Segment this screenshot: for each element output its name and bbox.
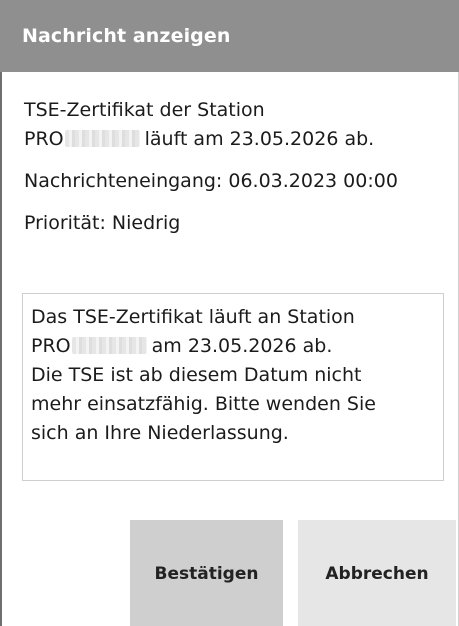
- station-prefix: PRO: [24, 128, 64, 150]
- message-body[interactable]: Das TSE-Zertifikat läuft an Station PRO a…: [22, 293, 444, 481]
- received-date: Nachrichteneingang: 06.03.2023 00:00: [24, 170, 398, 192]
- dialog-title-bar: Nachricht anzeigen: [0, 0, 459, 72]
- cancel-button[interactable]: Abbrechen: [298, 520, 456, 626]
- dialog-title: Nachricht anzeigen: [22, 25, 231, 47]
- summary-line-1: TSE-Zertifikat der Station: [24, 99, 265, 121]
- message-summary: TSE-Zertifikat der Station PRO läuft am 2…: [24, 96, 449, 238]
- redacted-station-id: [71, 337, 147, 354]
- priority: Priorität: Niedrig: [24, 212, 181, 234]
- message-station-prefix: PRO: [31, 335, 71, 357]
- summary-line-2: PRO läuft am 23.05.2026 ab.: [24, 125, 449, 154]
- message-line-3: Die TSE ist ab diesem Datum nicht: [31, 364, 362, 386]
- message-line-5: sich an Ihre Niederlassung.: [31, 422, 289, 444]
- message-line-2: PRO am 23.05.2026 ab.: [31, 332, 435, 361]
- redacted-station-id: [64, 130, 140, 147]
- message-line-1: Das TSE-Zertifikat läuft an Station: [31, 306, 355, 328]
- message-expiry-text: am 23.05.2026 ab.: [151, 335, 333, 357]
- message-line-4: mehr einsatzfähig. Bitte wenden Sie: [31, 393, 376, 415]
- expiry-text: läuft am 23.05.2026 ab.: [144, 128, 375, 150]
- dialog-left-border: [0, 72, 2, 626]
- confirm-button[interactable]: Bestätigen: [130, 520, 283, 626]
- message-dialog: Nachricht anzeigen TSE-Zertifikat der St…: [0, 0, 459, 626]
